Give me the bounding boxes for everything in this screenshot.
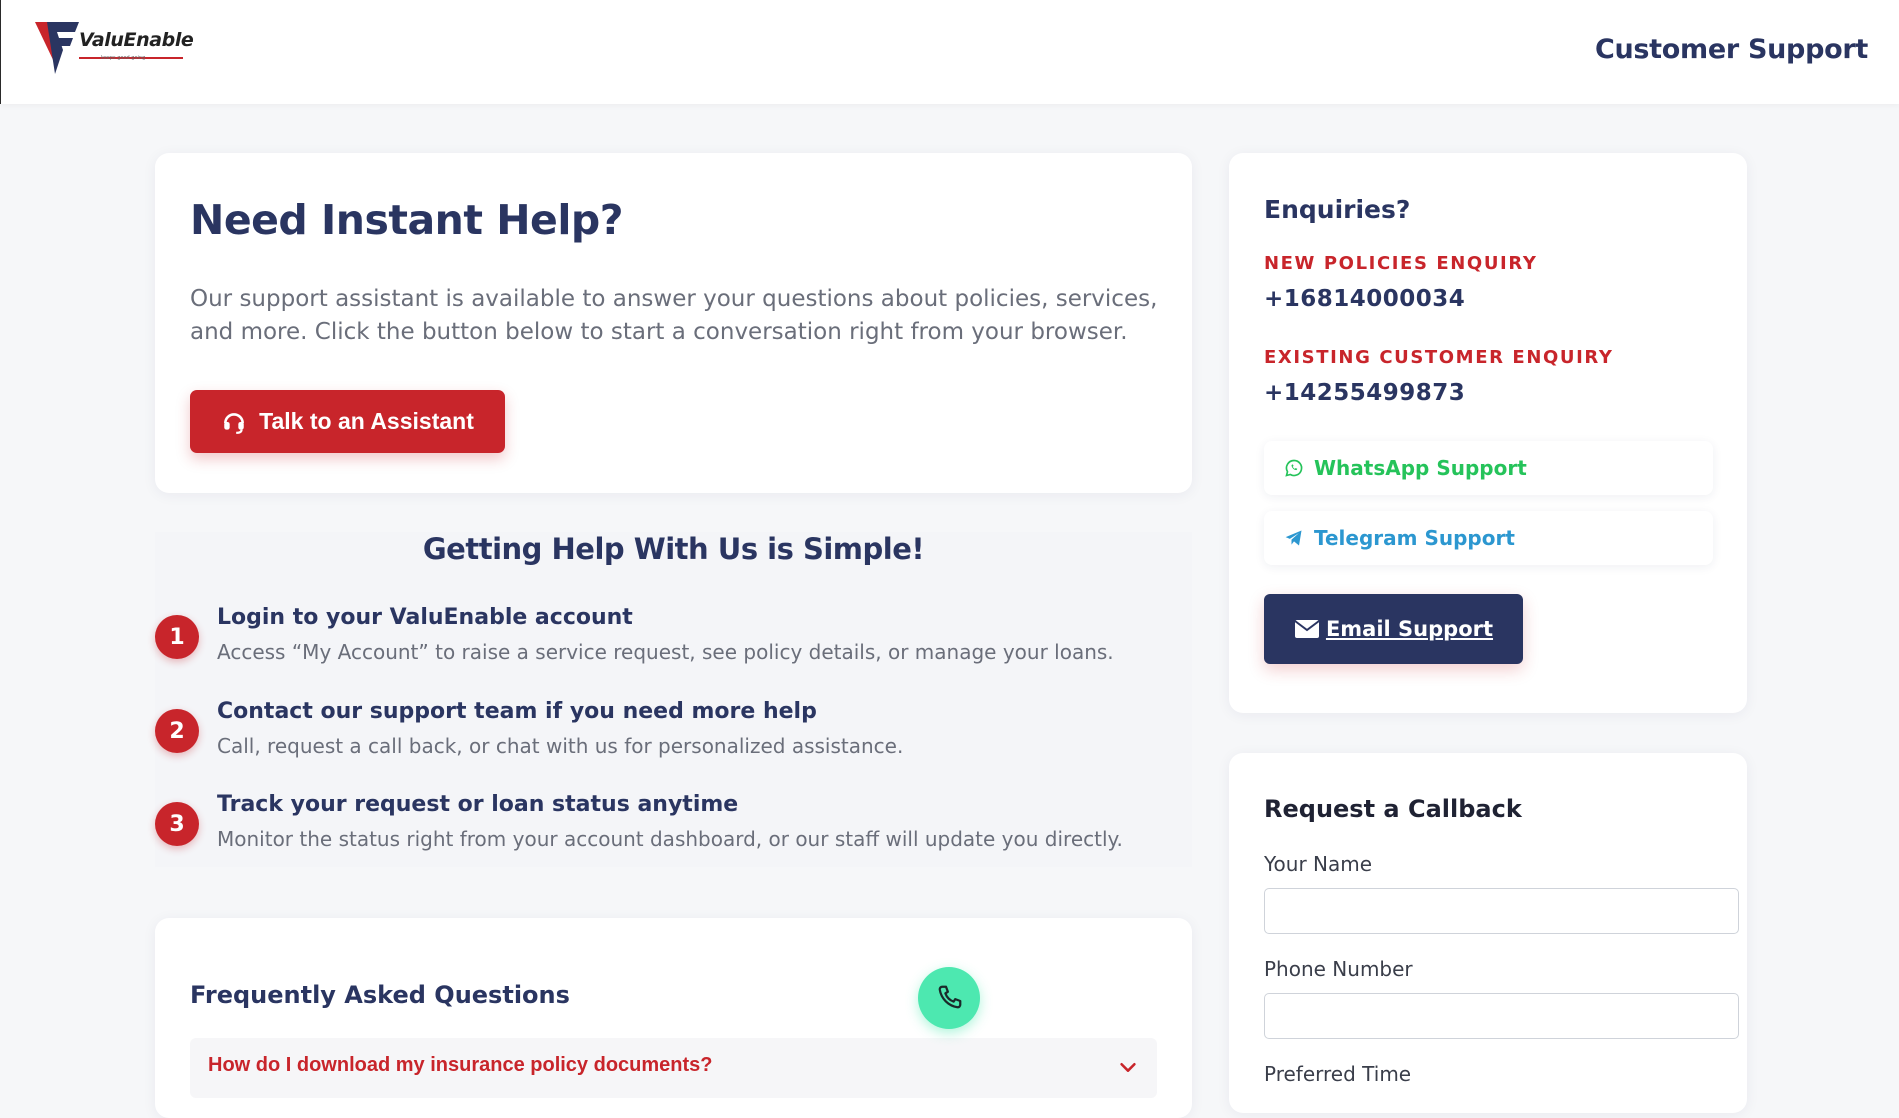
step-title: Contact our support team if you need mor…: [217, 699, 817, 724]
page-title: Customer Support: [1594, 34, 1868, 65]
whatsapp-support-button[interactable]: WhatsApp Support: [1264, 441, 1713, 495]
chevron-down-icon: [1120, 1062, 1136, 1072]
talk-to-assistant-label: Talk to an Assistant: [259, 408, 474, 434]
step-title: Login to your ValuEnable account: [217, 605, 633, 630]
step-description: Access “My Account” to raise a service r…: [217, 640, 1114, 664]
phone-icon: [938, 985, 962, 1009]
new-policies-label: NEW POLICIES ENQUIRY: [1264, 253, 1538, 274]
enquiries-card: Enquiries? NEW POLICIES ENQUIRY +1681400…: [1229, 153, 1747, 713]
existing-customer-label: EXISTING CUSTOMER ENQUIRY: [1264, 347, 1614, 368]
help-steps-section: Getting Help With Us is Simple! 1 Login …: [155, 532, 1192, 867]
callback-card: Request a Callback Your Name Phone Numbe…: [1229, 753, 1747, 1113]
step-description: Call, request a call back, or chat with …: [217, 734, 904, 758]
callback-title: Request a Callback: [1264, 795, 1522, 823]
top-header: ValuEnable keeps good going Customer Sup…: [0, 0, 1899, 104]
enquiries-title: Enquiries?: [1264, 195, 1411, 224]
whatsapp-icon: [1285, 459, 1303, 477]
faq-title: Frequently Asked Questions: [190, 981, 570, 1009]
name-label: Your Name: [1264, 852, 1373, 876]
phone-number-field[interactable]: [1264, 993, 1739, 1039]
headset-icon: [224, 412, 245, 434]
talk-to-assistant-button[interactable]: Talk to an Assistant: [190, 390, 505, 453]
faq-accordion-item[interactable]: How do I download my insurance policy do…: [190, 1038, 1157, 1098]
phone-label: Phone Number: [1264, 957, 1413, 981]
step-title: Track your request or loan status anytim…: [217, 792, 739, 817]
brand-tagline: keeps good going: [101, 55, 146, 61]
step-number-badge: 2: [155, 709, 199, 753]
steps-title: Getting Help With Us is Simple!: [422, 532, 925, 566]
faq-question: How do I download my insurance policy do…: [208, 1054, 713, 1076]
existing-customer-phone[interactable]: +14255499873: [1264, 380, 1465, 406]
whatsapp-support-label: WhatsApp Support: [1314, 456, 1527, 480]
brand-name: ValuEnable: [79, 29, 194, 51]
envelope-icon: [1294, 620, 1320, 638]
call-floating-button[interactable]: [918, 967, 980, 1029]
new-policies-phone[interactable]: +16814000034: [1264, 286, 1465, 312]
preferred-time-label: Preferred Time: [1264, 1062, 1412, 1086]
faq-card: Frequently Asked Questions How do I down…: [155, 918, 1192, 1118]
telegram-support-label: Telegram Support: [1314, 526, 1515, 550]
telegram-support-button[interactable]: Telegram Support: [1264, 511, 1713, 565]
help-description: Our support assistant is available to an…: [190, 286, 1158, 345]
name-field[interactable]: [1264, 888, 1739, 934]
step-number-badge: 1: [155, 615, 199, 659]
valuenable-logo[interactable]: ValuEnable keeps good going: [35, 20, 195, 76]
telegram-icon: [1285, 530, 1302, 546]
email-support-label: Email Support: [1325, 617, 1494, 641]
instant-help-card: Need Instant Help? Our support assistant…: [155, 153, 1192, 493]
step-number-badge: 3: [155, 802, 199, 846]
help-title: Need Instant Help?: [190, 196, 624, 244]
step-description: Monitor the status right from your accou…: [217, 827, 1123, 851]
email-support-button[interactable]: Email Support: [1264, 594, 1523, 664]
